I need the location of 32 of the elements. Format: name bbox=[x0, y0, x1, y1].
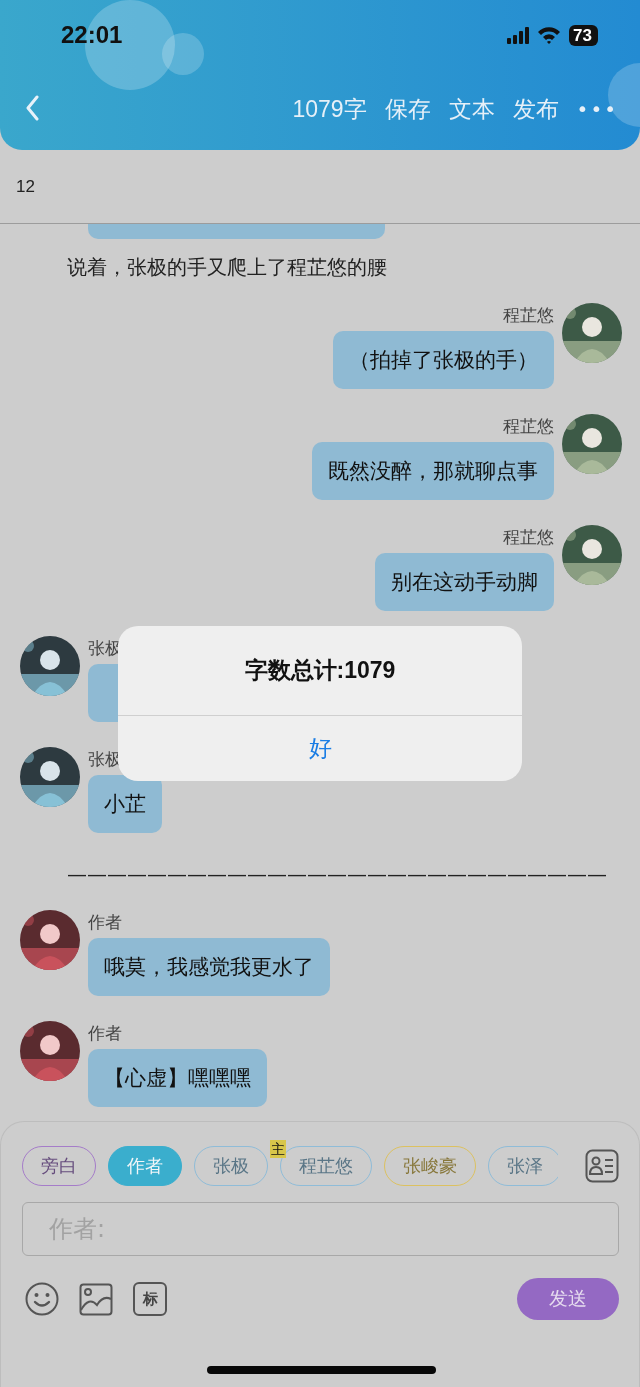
message-bubble: （拍掉了张极的手） bbox=[333, 331, 554, 389]
more-button[interactable]: ••• bbox=[576, 97, 618, 121]
narration-text: ——————————————————————————— bbox=[67, 862, 607, 886]
sender-name: 作者 bbox=[88, 912, 122, 932]
toolbar-action[interactable]: 保存 bbox=[384, 93, 431, 125]
mark-button[interactable]: 标 bbox=[133, 1282, 167, 1316]
sender-name: 程芷悠 bbox=[503, 305, 554, 325]
message-bubble: 哦莫，我感觉我更水了 bbox=[88, 938, 330, 996]
chapter-number: 12 bbox=[16, 176, 35, 197]
battery-level: 73 bbox=[569, 24, 598, 46]
host-badge: 主 bbox=[270, 1140, 286, 1158]
message-bubble: 既然没醉，那就聊点事 bbox=[312, 442, 554, 500]
message-bubble: 小芷 bbox=[88, 775, 162, 833]
clock-time: 22:01 bbox=[61, 21, 123, 49]
contact-card-icon[interactable] bbox=[585, 1149, 619, 1183]
send-button[interactable]: 发送 bbox=[517, 1278, 619, 1320]
image-icon[interactable] bbox=[79, 1282, 113, 1316]
emoji-icon[interactable] bbox=[25, 1282, 59, 1316]
sender-name: 作者 bbox=[88, 1023, 122, 1043]
toolbar-action[interactable]: 发布 bbox=[512, 93, 559, 125]
sender-name: 程芷悠 bbox=[503, 416, 554, 436]
message-bubble: 别在这动手动脚 bbox=[375, 553, 554, 611]
role-chip[interactable]: 作者 bbox=[108, 1146, 182, 1186]
message-bubble: 【心虚】嘿嘿嘿 bbox=[88, 1049, 267, 1107]
back-icon[interactable] bbox=[26, 95, 40, 121]
toolbar-action[interactable]: 文本 bbox=[448, 93, 495, 125]
sender-name: 程芷悠 bbox=[503, 527, 554, 547]
alert-title: 字数总计:1079 bbox=[118, 626, 522, 716]
narration-text: 说着，张极的手又爬上了程芷悠的腰 bbox=[67, 253, 387, 281]
signal-icon bbox=[507, 26, 530, 44]
wifi-icon bbox=[537, 25, 562, 45]
toolbar-action[interactable]: 1079字 bbox=[292, 93, 367, 125]
